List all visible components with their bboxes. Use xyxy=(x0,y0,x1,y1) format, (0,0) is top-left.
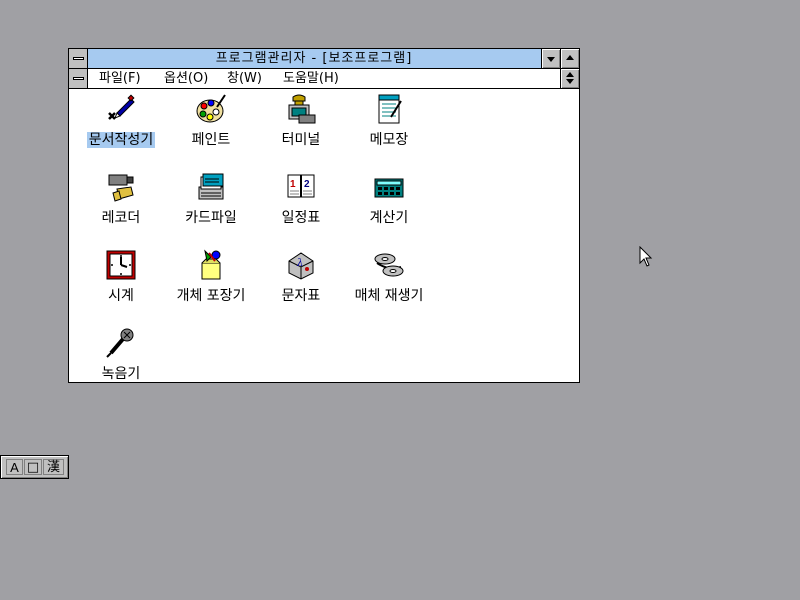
program-sound-recorder[interactable]: 녹음기 xyxy=(75,327,167,399)
program-calendar[interactable]: 1 2 일정표 xyxy=(255,171,347,243)
minimize-arrow-icon xyxy=(547,57,555,62)
menu-window[interactable]: 창(W) xyxy=(227,69,262,88)
sound-recorder-microphone-icon xyxy=(106,328,134,358)
media-player-icon xyxy=(374,253,404,277)
restore-button[interactable] xyxy=(560,69,579,88)
program-label-calendar: 일정표 xyxy=(281,210,321,226)
program-label-write: 문서작성기 xyxy=(86,132,156,148)
program-calculator[interactable]: 계산기 xyxy=(343,171,435,243)
program-label-object-packager: 개체 포장기 xyxy=(176,288,246,304)
program-terminal[interactable]: 터미널 xyxy=(255,93,347,165)
terminal-phone-icon xyxy=(288,94,316,124)
program-write[interactable]: 문서작성기 xyxy=(75,93,167,165)
menu-file[interactable]: 파일(F) xyxy=(99,69,141,88)
maximize-arrow-icon xyxy=(566,55,574,60)
ime-hanja-mode-button[interactable]: 漢 xyxy=(43,459,64,475)
notepad-icon xyxy=(378,94,402,124)
program-clock[interactable]: 시계 xyxy=(75,249,167,321)
child-system-menu-button[interactable] xyxy=(69,69,88,88)
minimize-button[interactable] xyxy=(541,49,560,68)
title-bar[interactable]: 프로그램관리자 - [보조프로그램] xyxy=(69,49,579,69)
restore-down-icon xyxy=(566,79,574,84)
svg-text:2: 2 xyxy=(304,179,310,190)
program-recorder[interactable]: 레코더 xyxy=(75,171,167,243)
program-label-paint: 페인트 xyxy=(191,132,231,148)
mouse-pointer-icon xyxy=(639,246,653,267)
program-object-packager[interactable]: 개체 포장기 xyxy=(165,249,257,321)
svg-text:λ: λ xyxy=(296,258,303,269)
character-map-icon: λ xyxy=(288,252,314,280)
program-paint[interactable]: 페인트 xyxy=(165,93,257,165)
clock-icon xyxy=(106,250,136,280)
program-label-notepad: 메모장 xyxy=(369,132,409,148)
ime-width-mode-button[interactable]: □ xyxy=(24,459,42,475)
maximize-button[interactable] xyxy=(560,49,579,68)
window-title: 프로그램관리자 - [보조프로그램] xyxy=(215,51,413,66)
program-cardfile[interactable]: 카드파일 xyxy=(165,171,257,243)
program-media-player[interactable]: 매체 재생기 xyxy=(343,249,435,321)
write-pen-icon xyxy=(108,94,135,120)
program-group-content: 문서작성기 페인트 터미널 메모장 레코더 카드파일 1 2 일정표 계산기 시… xyxy=(69,89,579,382)
menu-help[interactable]: 도움말(H) xyxy=(283,69,339,88)
object-packager-icon xyxy=(201,249,221,280)
program-label-recorder: 레코더 xyxy=(101,210,141,226)
program-label-media-player: 매체 재생기 xyxy=(354,288,424,304)
recorder-camera-icon xyxy=(108,174,134,202)
calculator-icon xyxy=(374,178,404,198)
program-label-calculator: 계산기 xyxy=(369,210,409,226)
menu-options[interactable]: 옵션(O) xyxy=(164,69,208,88)
program-label-character-map: 문자표 xyxy=(281,288,321,304)
program-character-map[interactable]: λ 문자표 xyxy=(255,249,347,321)
ime-latin-mode-button[interactable]: A xyxy=(6,459,23,475)
program-notepad[interactable]: 메모장 xyxy=(343,93,435,165)
restore-up-icon xyxy=(566,72,574,77)
paint-palette-icon xyxy=(196,94,226,123)
cardfile-icon xyxy=(198,173,224,200)
program-manager-window[interactable]: 프로그램관리자 - [보조프로그램] 파일(F) 옵션(O) 창(W) 도움말(… xyxy=(68,48,580,383)
calendar-icon: 1 2 xyxy=(287,174,315,198)
program-label-cardfile: 카드파일 xyxy=(185,210,237,226)
program-label-clock: 시계 xyxy=(108,288,134,304)
system-menu-button[interactable] xyxy=(69,49,88,68)
ime-status-bar[interactable]: A □ 漢 xyxy=(0,455,69,479)
svg-text:1: 1 xyxy=(290,179,296,190)
menu-bar: 파일(F) 옵션(O) 창(W) 도움말(H) xyxy=(69,69,579,89)
program-label-terminal: 터미널 xyxy=(281,132,321,148)
program-label-sound-recorder: 녹음기 xyxy=(101,366,141,382)
